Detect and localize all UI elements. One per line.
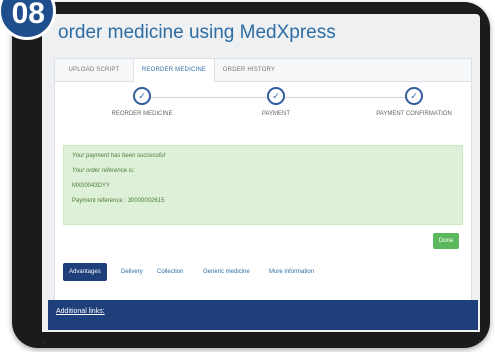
additional-links-heading: Additional links: [56,308,105,315]
order-reference-value: MX00043DYY [72,183,111,189]
info-tabs: Advantages Delivery Collection Generic m… [63,263,463,283]
tablet-bezel-bottom [42,332,480,344]
tab-advantages[interactable]: Advantages [63,263,107,281]
check-icon: ✓ [267,87,285,105]
additional-links-bar: Additional links: [48,300,478,330]
tab-collection[interactable]: Collection [157,263,183,281]
tab-reorder-medicine[interactable]: REORDER MEDICINE [133,59,215,82]
tablet-frame: order medicine using MedXpress UPLOAD SC… [12,2,490,348]
check-icon: ✓ [405,87,423,105]
page-title: order medicine using MedXpress [58,22,336,43]
app-screen: order medicine using MedXpress UPLOAD SC… [42,14,480,344]
main-card: UPLOAD SCRIPT REORDER MEDICINE ORDER HIS… [54,58,472,308]
tab-more-information[interactable]: More information [269,263,314,281]
top-tabs: UPLOAD SCRIPT REORDER MEDICINE ORDER HIS… [55,59,471,82]
tab-generic-medicine[interactable]: Generic medicine [203,263,250,281]
tab-delivery[interactable]: Delivery [121,263,143,281]
step-connector [285,97,405,98]
progress-steps: ✓ REORDER MEDICINE ✓ PAYMENT ✓ PAYMENT C… [55,87,471,127]
success-message-box: Your payment has been successful Your or… [63,145,463,225]
success-text: Your payment has been successful [72,153,166,159]
check-icon: ✓ [133,87,151,105]
tab-order-history[interactable]: ORDER HISTORY [213,59,285,81]
step-label: PAYMENT CONFIRMATION [376,111,452,117]
tab-upload-script[interactable]: UPLOAD SCRIPT [55,59,133,81]
step-label: REORDER MEDICINE [111,111,173,117]
done-button[interactable]: Done [433,233,459,249]
step-label: PAYMENT [261,111,291,117]
payment-reference: Payment reference : 30000002615 [72,198,165,204]
order-reference-label: Your order reference is: [72,168,135,174]
step-connector [151,97,267,98]
